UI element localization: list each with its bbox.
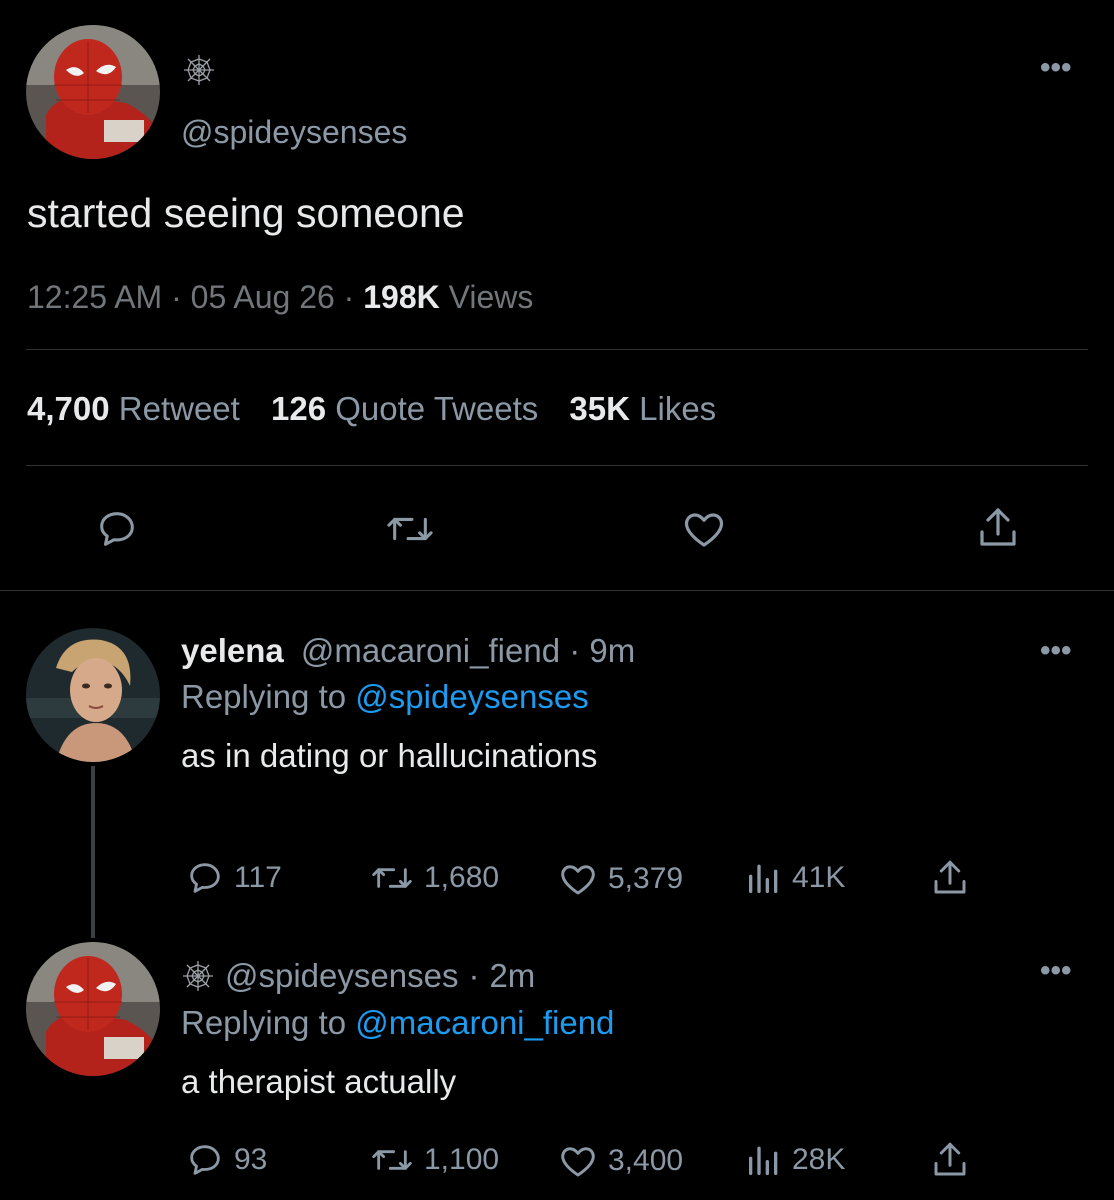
replying-to-link[interactable]: @macaroni_fiend	[355, 1004, 614, 1041]
author-handle[interactable]: @macaroni_fiend	[301, 632, 560, 669]
reply-icon	[190, 1145, 220, 1175]
author-handle[interactable]: @spideysenses	[181, 114, 407, 151]
views-count: 41K	[792, 861, 846, 894]
like-count: 3,400	[608, 1144, 684, 1177]
like-count: 5,379	[608, 862, 684, 895]
tweet-time: 12:25 AM	[27, 279, 163, 315]
share-icon[interactable]	[974, 503, 1022, 558]
meta-sep: ·	[468, 957, 480, 994]
reply-action[interactable]: 93	[184, 1140, 267, 1180]
reply-icon	[190, 863, 220, 893]
reply-age[interactable]: 9m	[589, 632, 635, 669]
reply-count: 117	[234, 861, 282, 894]
share-action[interactable]	[929, 1138, 971, 1182]
likes-label: Likes	[639, 390, 717, 427]
more-icon[interactable]: •••	[1040, 53, 1072, 83]
yelena-avatar-image	[26, 628, 160, 762]
views-count[interactable]: 198K	[363, 279, 440, 315]
views-icon	[749, 864, 778, 893]
section-divider	[0, 590, 1114, 591]
views-icon	[749, 1146, 778, 1175]
divider	[26, 465, 1088, 466]
retweets-label: Retweet	[118, 390, 240, 427]
reply-count: 93	[234, 1143, 268, 1176]
meta-sep: ·	[569, 632, 581, 669]
retweet-action[interactable]: 1,100	[368, 1140, 499, 1180]
tweet-date: 05 Aug 26	[190, 279, 335, 315]
spiderman-avatar-image	[26, 25, 160, 159]
avatar-spideysenses[interactable]	[26, 25, 160, 159]
like-action[interactable]: 5,379	[556, 858, 683, 900]
retweet-action[interactable]: 1,680	[368, 858, 499, 898]
tweet-meta: 12:25 AM · 05 Aug 26 · 198K Views	[27, 279, 533, 316]
likes-count: 35K	[569, 390, 630, 427]
retweet-count: 1,680	[424, 861, 500, 894]
tweet-text: started seeing someone	[27, 190, 465, 236]
replying-prefix: Replying to	[181, 1004, 347, 1041]
retweet-count: 1,100	[424, 1143, 500, 1176]
meta-sep: ·	[343, 279, 355, 315]
retweet-icon[interactable]	[384, 506, 436, 557]
reply-text: a therapist actually	[181, 1063, 457, 1100]
author-name[interactable]: yelena	[181, 632, 284, 669]
views-action[interactable]: 28K	[744, 1140, 845, 1180]
retweet-icon	[372, 868, 412, 888]
share-action[interactable]	[929, 856, 971, 900]
thread-line	[91, 766, 95, 938]
views-count: 28K	[792, 1143, 846, 1176]
reply-header: yelena @macaroni_fiend · 9m	[181, 632, 635, 670]
replying-to-link[interactable]: @spideysenses	[355, 678, 588, 715]
reply-action[interactable]: 117	[184, 858, 282, 898]
reply-header: @spideysenses · 2m	[181, 957, 535, 995]
more-icon[interactable]: •••	[1040, 636, 1072, 666]
retweets-stat[interactable]: 4,700 Retweet	[27, 390, 249, 427]
share-icon	[934, 860, 966, 894]
author-handle[interactable]: @spideysenses	[225, 957, 458, 995]
retweet-icon	[372, 1150, 412, 1170]
reply-text: as in dating or hallucinations	[181, 737, 598, 774]
quotes-count: 126	[271, 390, 327, 427]
like-icon[interactable]	[679, 505, 729, 558]
quotes-stat[interactable]: 126 Quote Tweets	[271, 390, 547, 427]
reply-icon[interactable]	[94, 506, 140, 557]
web-icon	[181, 959, 215, 993]
like-action[interactable]: 3,400	[556, 1140, 683, 1182]
views-action[interactable]: 41K	[744, 858, 845, 898]
spiderman-avatar-image	[26, 942, 160, 1076]
tweet-stats: 4,700 Retweet 126 Quote Tweets 35K Likes	[27, 390, 716, 428]
web-icon	[182, 53, 216, 87]
quotes-label: Quote Tweets	[335, 390, 539, 427]
views-label[interactable]: Views	[449, 279, 534, 315]
avatar-macaroni-fiend[interactable]	[26, 628, 160, 762]
retweets-count: 4,700	[27, 390, 110, 427]
share-icon	[934, 1142, 966, 1176]
reply-age[interactable]: 2m	[489, 957, 535, 995]
meta-sep: ·	[171, 279, 182, 315]
more-icon[interactable]: •••	[1040, 956, 1072, 986]
divider	[26, 349, 1088, 350]
avatar-spideysenses[interactable]	[26, 942, 160, 1076]
replying-to: Replying to @macaroni_fiend	[181, 1004, 614, 1042]
likes-stat[interactable]: 35K Likes	[569, 390, 716, 427]
replying-prefix: Replying to	[181, 678, 347, 715]
like-icon	[561, 1147, 595, 1177]
replying-to: Replying to @spideysenses	[181, 678, 589, 716]
like-icon	[561, 865, 595, 895]
